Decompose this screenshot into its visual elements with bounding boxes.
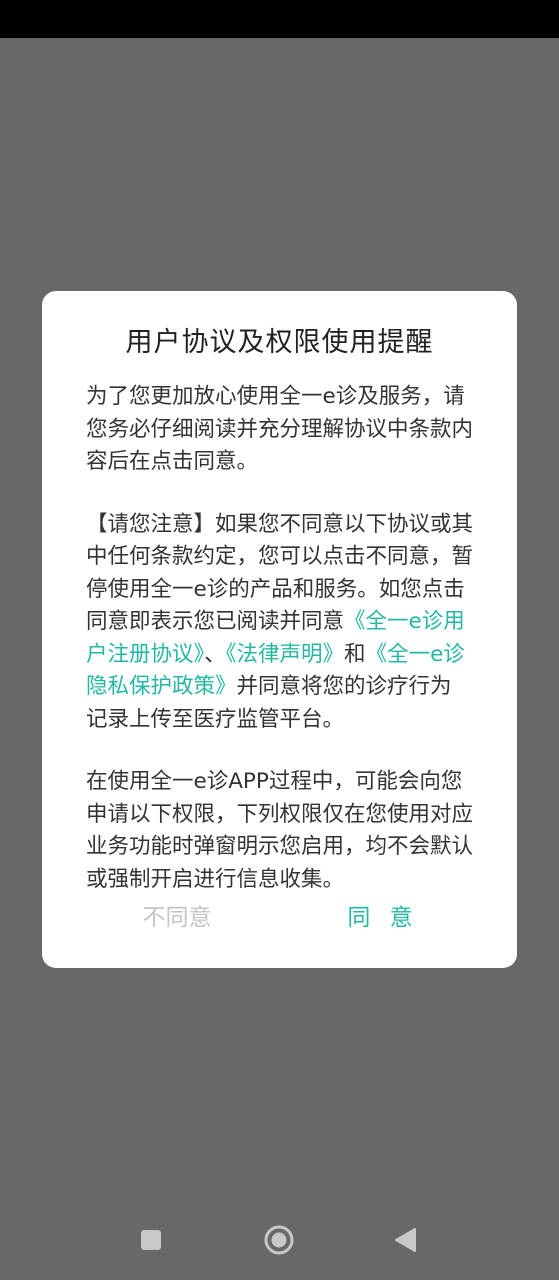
conjunction-text: 和 <box>344 641 366 667</box>
square-icon <box>141 1230 161 1250</box>
status-bar <box>0 0 559 38</box>
recent-apps-button[interactable] <box>131 1220 171 1260</box>
user-agreement-dialog: 用户协议及权限使用提醒 为了您更加放心使用全一e诊及服务，请您务必仔细阅读并充分… <box>42 291 517 968</box>
disagree-button[interactable]: 不同意 <box>122 896 232 940</box>
legal-statement-link[interactable]: 《法律声明》 <box>226 642 344 667</box>
dialog-title: 用户协议及权限使用提醒 <box>125 327 434 358</box>
dialog-actions: 不同意 同 意 <box>42 896 517 940</box>
intro-paragraph: 为了您更加放心使用全一e诊及服务，请您务必仔细阅读并充分理解协议中条款内容后在点… <box>86 384 474 474</box>
circle-icon <box>264 1225 294 1255</box>
triangle-back-icon <box>395 1228 416 1252</box>
back-button[interactable] <box>385 1220 425 1260</box>
navigation-bar <box>0 1200 559 1280</box>
permissions-paragraph: 在使用全一e诊APP过程中，可能会向您申请以下权限，下列权限仅在您使用对应业务功… <box>86 769 474 892</box>
agree-button[interactable]: 同 意 <box>338 896 428 940</box>
notice-paragraph: 【请您注意】如果您不同意以下协议或其中任何条款约定，您可以点击不同意，暂停使用全… <box>86 509 473 737</box>
home-button[interactable] <box>259 1220 299 1260</box>
separator-text: 、 <box>204 641 226 667</box>
